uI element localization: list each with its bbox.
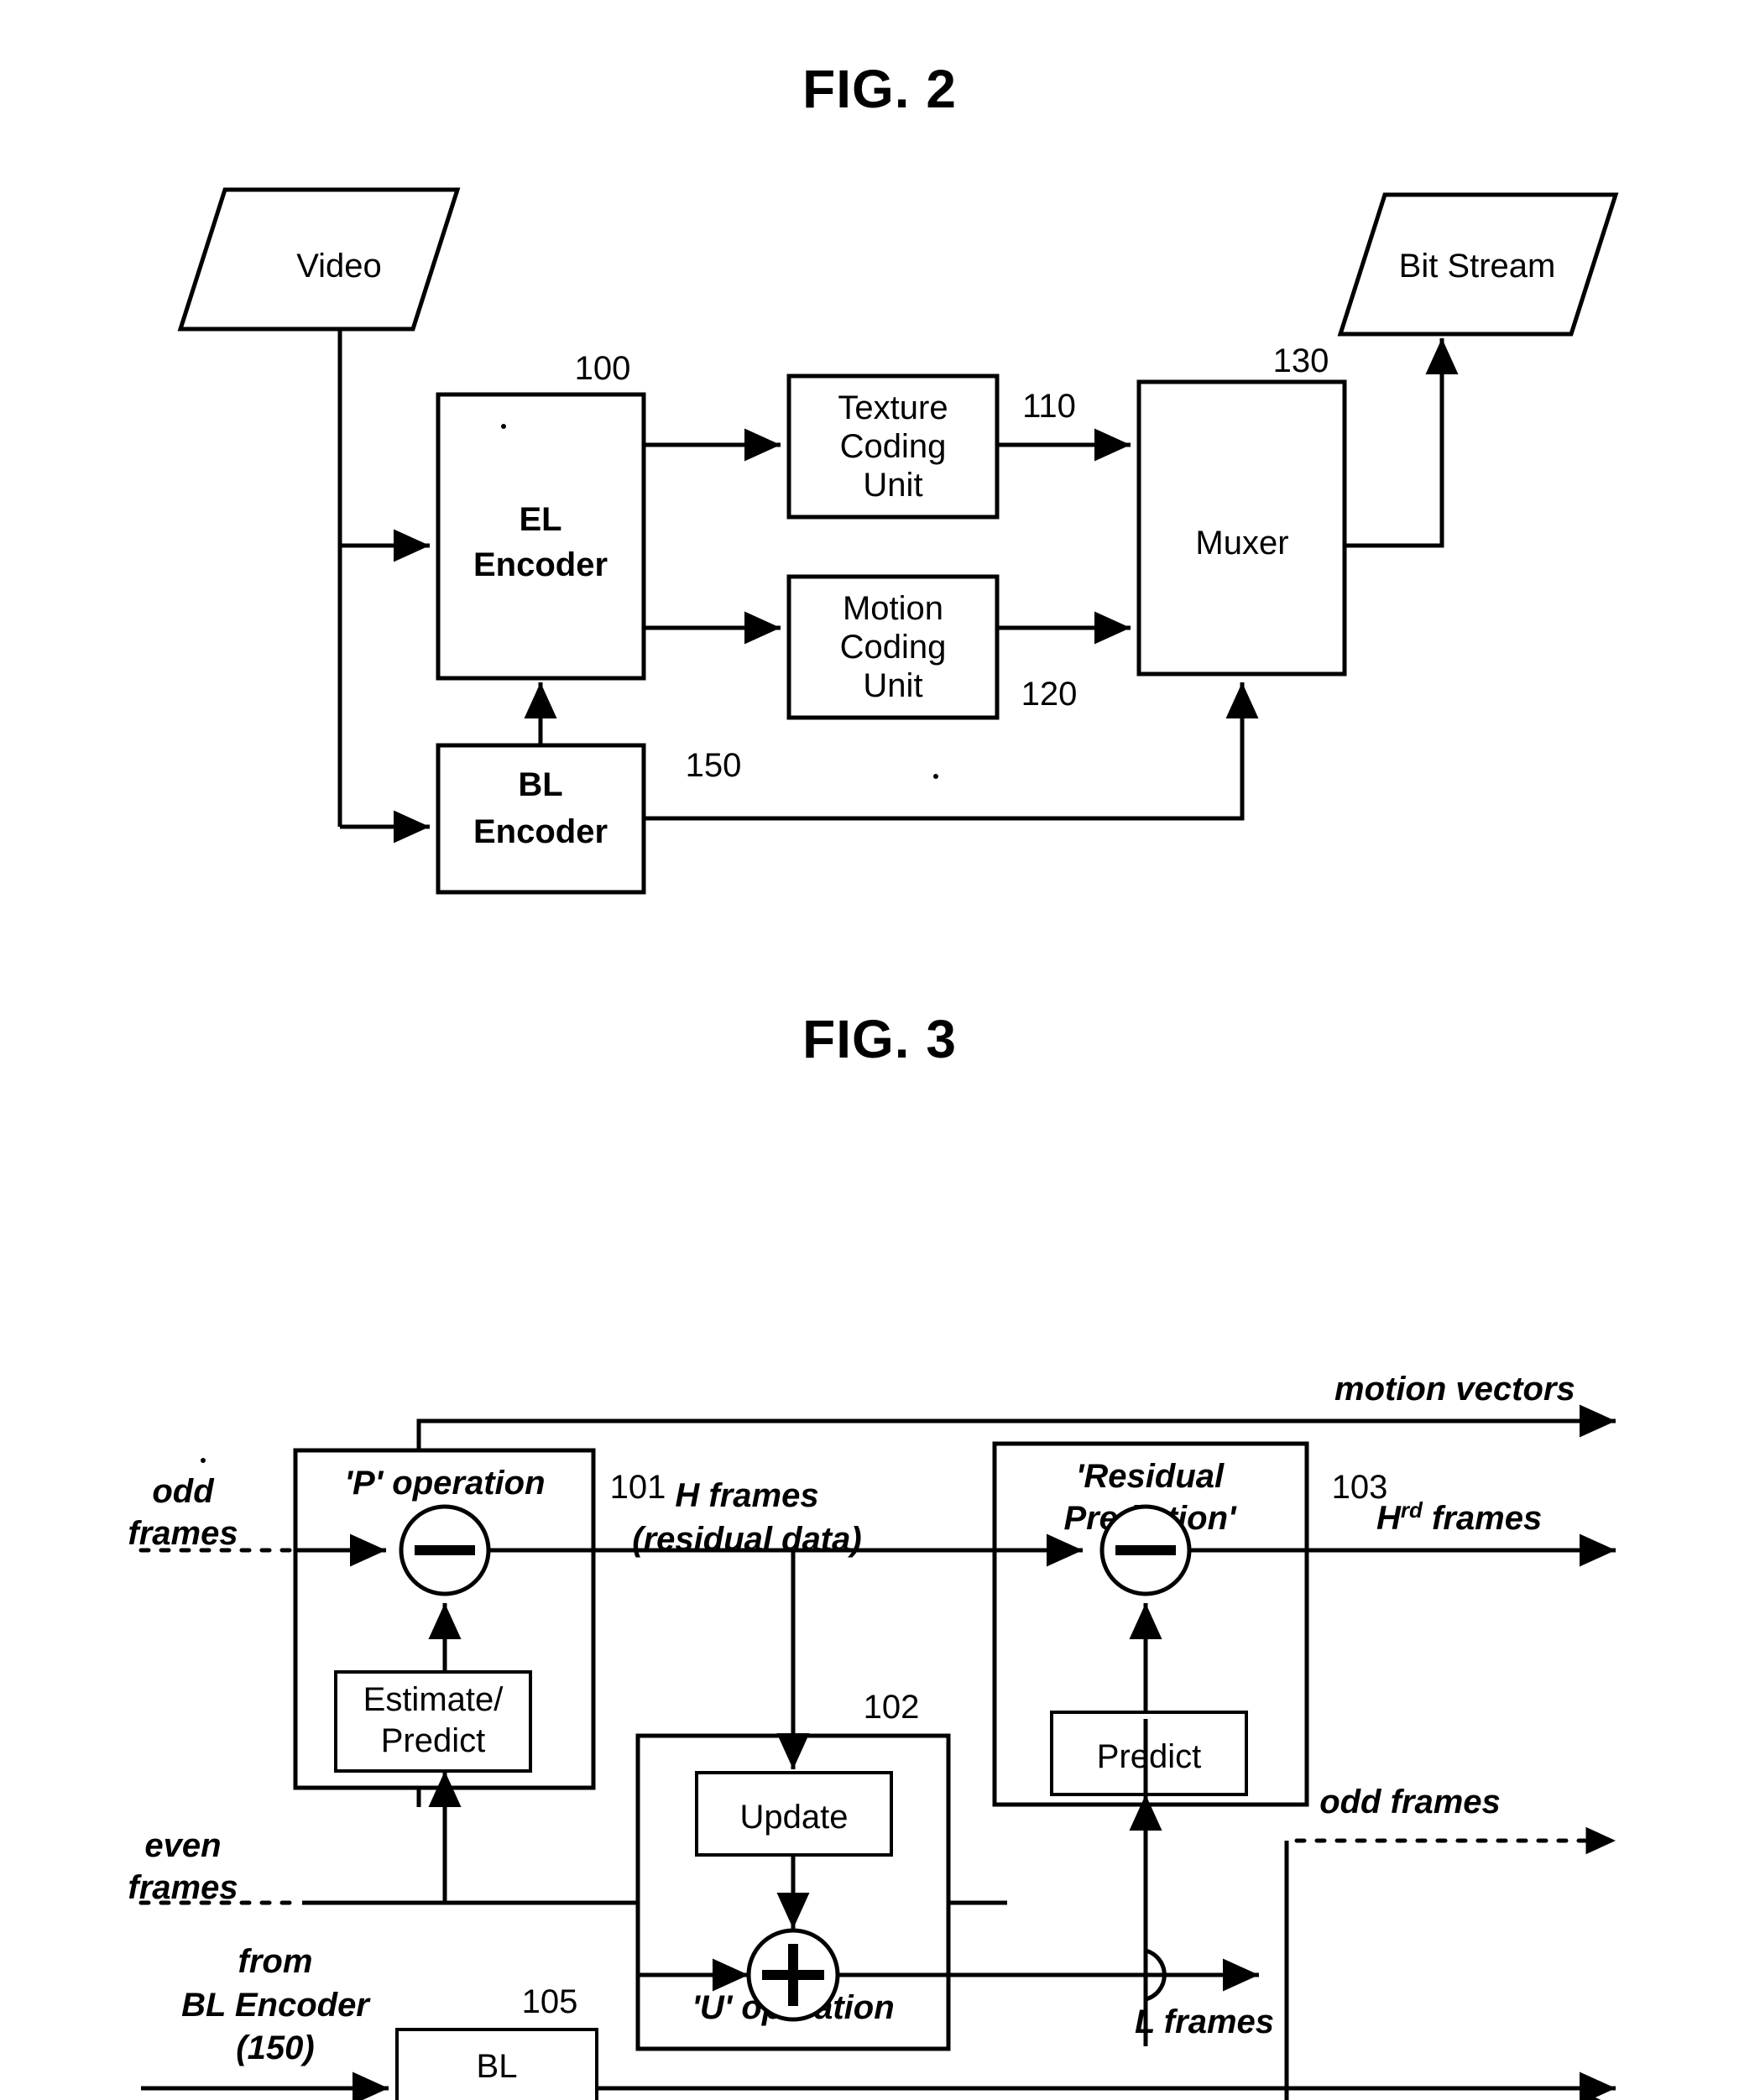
even-frames-input-label-line1: even bbox=[144, 1827, 221, 1864]
from-bl-encoder-label-line1: from bbox=[238, 1943, 313, 1980]
texture-unit-reference-110: 110 bbox=[1022, 388, 1076, 425]
bl-decoder-label-line1: BL bbox=[477, 2048, 518, 2085]
bl-encoder-reference-150: 150 bbox=[686, 747, 742, 784]
update-label: Update bbox=[740, 1799, 849, 1836]
hrd-frames-tail: frames bbox=[1423, 1500, 1542, 1537]
estimate-predict-label-line1: Estimate/ bbox=[363, 1681, 504, 1718]
hrd-frames-label: Hrd frames bbox=[1376, 1497, 1542, 1537]
minus-sign-icon-2 bbox=[1115, 1545, 1176, 1555]
u-operation-reference-102: 102 bbox=[864, 1689, 920, 1726]
h-frames-label-line2: (residual data) bbox=[632, 1521, 861, 1558]
hrd-frames-superscript: rd bbox=[1401, 1497, 1423, 1523]
motion-unit-reference-120: 120 bbox=[1021, 676, 1078, 713]
hrd-frames-base: H bbox=[1376, 1500, 1402, 1537]
muxer-reference-130: 130 bbox=[1273, 342, 1329, 379]
p-operation-label: 'P' operation bbox=[344, 1465, 545, 1502]
bl-decoder-reference-105: 105 bbox=[522, 1983, 578, 2020]
texture-unit-label-line3: Unit bbox=[863, 467, 922, 504]
fig3-title: FIG. 3 bbox=[802, 1009, 957, 1069]
motion-vectors-label: motion vectors bbox=[1334, 1371, 1575, 1408]
estimate-predict-label-line2: Predict bbox=[381, 1722, 486, 1759]
texture-unit-label-line1: Texture bbox=[838, 389, 948, 426]
bl-encoder-label-line1: BL bbox=[518, 766, 562, 803]
muxer-label: Muxer bbox=[1195, 525, 1288, 562]
from-bl-encoder-label-line3: (150) bbox=[236, 2029, 314, 2066]
from-bl-encoder-label-line2: BL Encoder bbox=[181, 1987, 371, 2024]
el-encoder-reference-100: 100 bbox=[575, 350, 631, 387]
figure-2: FIG. 2 Video EL Encoder 100 Texture Codi… bbox=[177, 59, 1619, 895]
figure-3: FIG. 3 motion vectors 'P' operation 101 … bbox=[128, 1009, 1618, 2100]
minus-sign-icon bbox=[415, 1545, 475, 1555]
patent-drawing-sheet: FIG. 2 Video EL Encoder 100 Texture Codi… bbox=[0, 0, 1760, 2100]
motion-unit-label-line2: Coding bbox=[840, 629, 947, 666]
odd-frames-input-label-line1: odd bbox=[152, 1473, 215, 1510]
artifact-speck bbox=[501, 424, 506, 429]
odd-frames-output-label: odd frames bbox=[1319, 1784, 1501, 1821]
plus-sign-vertical-icon bbox=[788, 1944, 798, 2006]
bitstream-label: Bit Stream bbox=[1399, 248, 1556, 285]
even-frames-input-label-line2: frames bbox=[128, 1869, 238, 1906]
artifact-speck-3 bbox=[201, 1458, 206, 1463]
el-encoder-label-line2: Encoder bbox=[473, 546, 608, 583]
residual-prediction-label-line1: 'Residual bbox=[1076, 1458, 1225, 1495]
h-frames-label-line1: H frames bbox=[675, 1477, 818, 1514]
motion-unit-label-line3: Unit bbox=[863, 667, 922, 704]
fig2-title: FIG. 2 bbox=[802, 59, 957, 119]
predict-label: Predict bbox=[1097, 1738, 1202, 1775]
artifact-speck-2 bbox=[933, 774, 938, 779]
texture-unit-label-line2: Coding bbox=[840, 428, 947, 465]
bl-decoder-label-line2: Decoder bbox=[433, 2096, 560, 2100]
odd-frames-input-label-line2: frames bbox=[128, 1515, 238, 1552]
video-label: Video bbox=[296, 248, 382, 285]
l-frames-label: L frames bbox=[1135, 2003, 1274, 2040]
p-operation-reference-101: 101 bbox=[610, 1469, 666, 1506]
muxer-to-bitstream-arrow bbox=[1345, 338, 1459, 548]
el-encoder-label-line1: EL bbox=[519, 501, 561, 538]
bl-encoder-label-line2: Encoder bbox=[473, 813, 608, 850]
motion-unit-label-line1: Motion bbox=[843, 590, 943, 627]
